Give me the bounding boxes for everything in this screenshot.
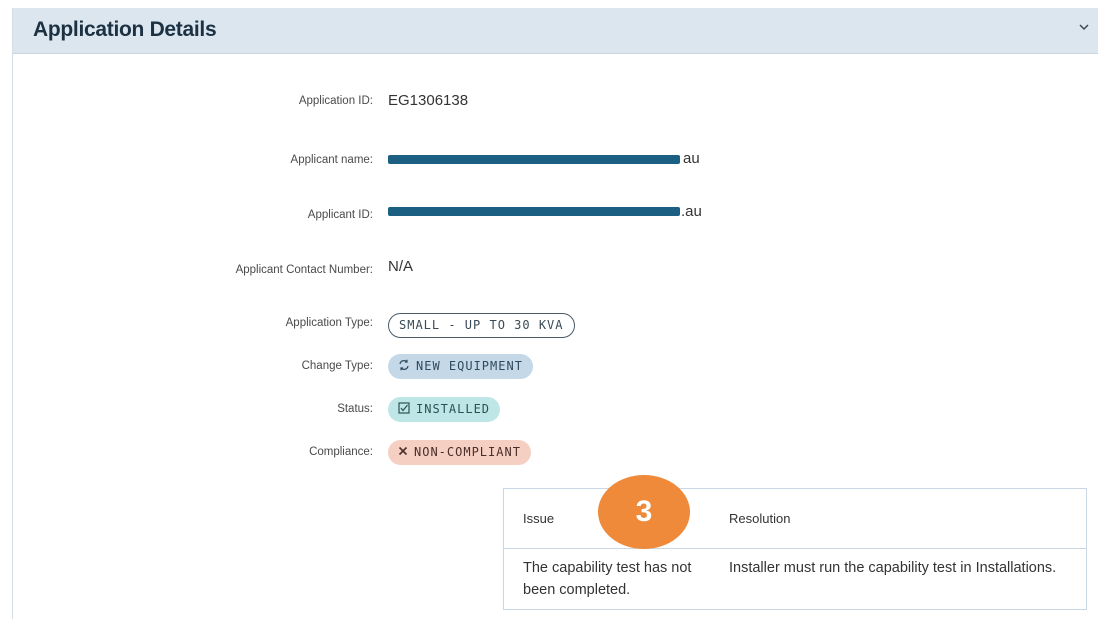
issues-table-header: Issue Resolution — [504, 489, 1086, 549]
applicant-name-value: au — [683, 150, 700, 167]
contact-number-label: Applicant Contact Number: — [235, 264, 373, 276]
status-pill: INSTALLED — [388, 397, 501, 422]
compliance-value: NON-COMPLIANT — [414, 445, 521, 459]
application-type-pill: SMALL - UP TO 30 KVA — [388, 313, 575, 338]
change-type-label: Change Type: — [301, 360, 373, 372]
chevron-down-icon[interactable] — [1075, 18, 1093, 36]
compliance-pill: NON-COMPLIANT — [388, 440, 531, 465]
applicant-name-redaction — [388, 155, 680, 164]
issues-table: Issue Resolution The capability test has… — [503, 488, 1087, 610]
panel-title: Application Details — [33, 18, 217, 41]
applicant-name-label: Applicant name: — [290, 154, 373, 166]
status-label: Status: — [337, 403, 373, 415]
application-id-label: Application ID: — [298, 95, 373, 107]
applicant-id-label: Applicant ID: — [307, 209, 373, 221]
applicant-id-value: .au — [681, 203, 702, 220]
resolution-column-header: Resolution — [729, 511, 791, 526]
application-type-value: SMALL - UP TO 30 KVA — [399, 318, 564, 332]
change-type-value: NEW EQUIPMENT — [416, 359, 523, 373]
contact-number-value: N/A — [388, 258, 414, 275]
compliance-label: Compliance: — [309, 446, 373, 458]
application-id-value: EG1306138 — [388, 92, 469, 109]
issue-column-header: Issue — [523, 511, 555, 526]
x-icon — [398, 440, 408, 465]
applicant-id-redaction — [388, 207, 680, 216]
step-number-badge: 3 — [598, 475, 690, 549]
change-type-pill: NEW EQUIPMENT — [388, 354, 533, 379]
application-type-label: Application Type: — [285, 317, 373, 329]
panel-header[interactable]: Application Details — [13, 8, 1098, 54]
issue-cell: The capability test has not been complet… — [523, 560, 692, 598]
resolution-cell: Installer must run the capability test i… — [729, 560, 1057, 576]
refresh-icon — [398, 354, 410, 379]
status-value: INSTALLED — [416, 402, 491, 416]
checkbox-icon — [398, 397, 410, 422]
